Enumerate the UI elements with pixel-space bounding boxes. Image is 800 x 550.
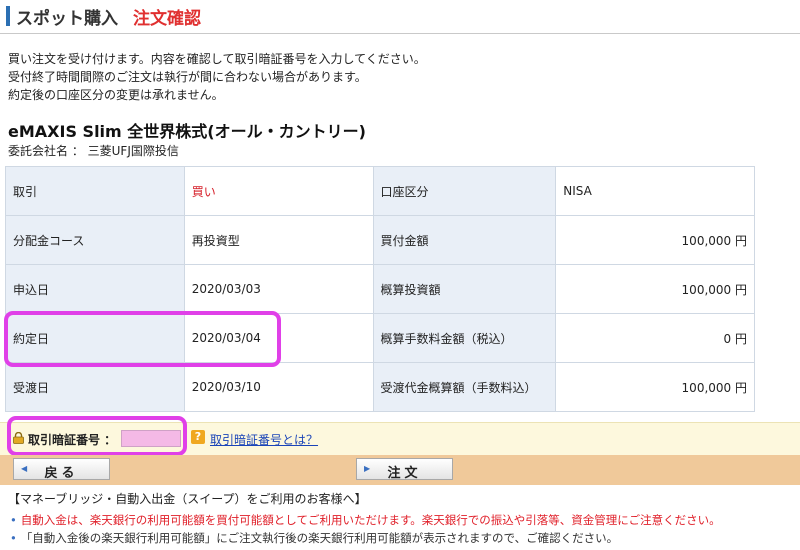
intro-line: 受付終了時間間際のご注文は執行が間に合わない場合があります。 [8,70,367,84]
fund-company: 委託会社名 ： 三菱UFJ国際投信 [8,144,179,158]
sweep-note-text: 自動入金は、楽天銀行の利用可能額を買付可能額としてご利用いただけます。楽天銀行で… [20,513,721,527]
bullet-icon: • [10,531,17,545]
est-fee-label: 概算手数料金額（税込） [372,313,557,363]
page-subtitle: 注文確認 [133,9,201,29]
account-type-label: 口座区分 [372,166,557,216]
est-fee-value: 0 円 [555,313,755,363]
intro-text: 買い注文を受け付けます。内容を確認して取引暗証番号を入力してください。 受付終了… [8,50,426,104]
back-button-label: 戻る [44,466,79,481]
settlement-date-value: 2020/03/10 [183,362,374,412]
purchase-amount-value: 100,000 円 [555,215,755,265]
account-type-value: NISA [555,166,755,216]
table-row: 分配金コース 再投資型 買付金額 100,000 円 [5,215,755,265]
purchase-amount-label: 買付金額 [372,215,557,265]
sweep-note: • 自動入金は、楽天銀行の利用可能額を買付可能額としてご利用いただけます。楽天銀行… [10,512,721,528]
order-button-label: 注文 [387,466,422,481]
fund-name: eMAXIS Slim 全世界株式(オール・カントリー) [8,122,366,141]
order-button[interactable]: ▶ 注文 [356,458,453,481]
header-divider [0,33,800,34]
order-detail-table: 取引 買い 口座区分 NISA 分配金コース 再投資型 買付金額 100,000… [5,166,755,412]
back-button[interactable]: ◀ 戻る [13,458,110,481]
button-bar: ◀ 戻る ▶ 注文 [0,455,800,485]
page-header: スポット購入 注文確認 [0,0,800,34]
bullet-icon: • [10,513,17,527]
question-icon[interactable]: ? [191,430,205,444]
est-investment-label: 概算投資額 [372,264,557,314]
sweep-note: • 「自動入金後の楽天銀行利用可能額」にご注文執行後の楽天銀行利用可能額が表示され… [10,530,618,546]
trade-type-value: 買い [183,166,374,216]
page-title: スポット購入 [16,9,118,29]
header-accent-bar [6,6,10,26]
settlement-date-label: 受渡日 [5,362,185,412]
trade-type-label: 取引 [5,166,185,216]
intro-line: 約定後の口座区分の変更は承れません。 [8,88,224,102]
execution-date-highlight [4,311,281,367]
est-settlement-value: 100,000 円 [555,362,755,412]
application-date-label: 申込日 [5,264,185,314]
pin-help-link[interactable]: 取引暗証番号とは？ [210,431,318,448]
intro-line: 買い注文を受け付けます。内容を確認して取引暗証番号を入力してください。 [8,52,426,66]
sweep-note-text: 「自動入金後の楽天銀行利用可能額」にご注文執行後の楽天銀行利用可能額が表示されま… [20,531,619,545]
dividend-course-value: 再投資型 [183,215,374,265]
application-date-value: 2020/03/03 [183,264,374,314]
dividend-course-label: 分配金コース [5,215,185,265]
table-row: 受渡日 2020/03/10 受渡代金概算額（手数料込） 100,000 円 [5,362,755,412]
est-investment-value: 100,000 円 [555,264,755,314]
pin-highlight [7,416,187,456]
table-row: 申込日 2020/03/03 概算投資額 100,000 円 [5,264,755,314]
est-settlement-label: 受渡代金概算額（手数料込） [372,362,557,412]
sweep-title: 【マネーブリッジ・自動入出金（スイープ）をご利用のお客様へ】 [8,492,367,506]
table-row: 取引 買い 口座区分 NISA [5,166,755,216]
